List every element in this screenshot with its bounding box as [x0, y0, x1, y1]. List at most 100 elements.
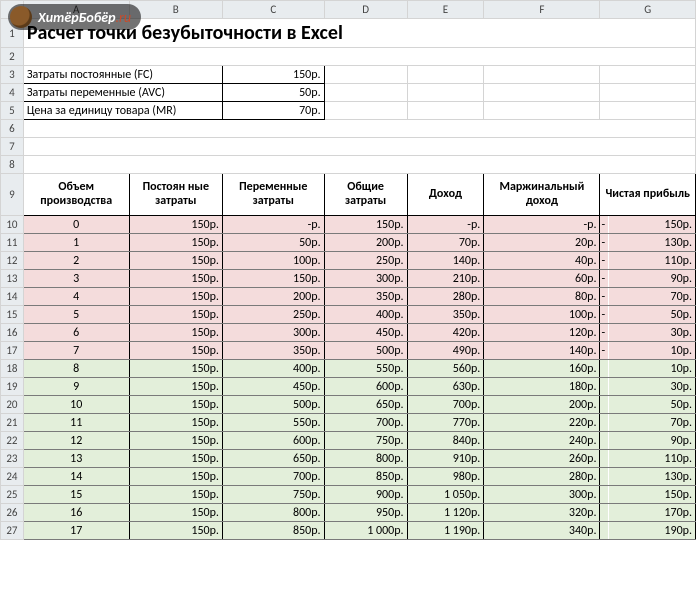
param-label[interactable]: Затраты постоянные (FC)	[23, 66, 222, 84]
cell[interactable]: 150р.	[129, 216, 222, 234]
cell[interactable]: 850р.	[222, 522, 324, 540]
cell[interactable]: -	[600, 234, 608, 252]
row-header-27[interactable]: 27	[1, 522, 24, 540]
cell[interactable]: 210р.	[407, 270, 484, 288]
table-row[interactable]: 155150р.250р.400р.350р.100р.-50р.	[1, 306, 696, 324]
table-row[interactable]: 2212150р.600р.750р.840р.240р.90р.	[1, 432, 696, 450]
cell[interactable]	[23, 120, 695, 138]
row-header-26[interactable]: 26	[1, 504, 24, 522]
cell[interactable]: -	[600, 288, 608, 306]
cell[interactable]: 340р.	[484, 522, 600, 540]
cell[interactable]: 550р.	[222, 414, 324, 432]
cell[interactable]: 600р.	[324, 378, 407, 396]
table-col-header[interactable]: Чистая прибыль	[600, 174, 696, 216]
cell[interactable]: 850р.	[324, 468, 407, 486]
row-header-5[interactable]: 5	[1, 102, 24, 120]
cell[interactable]: 350р.	[222, 342, 324, 360]
cell[interactable]: 10р.	[608, 360, 695, 378]
cell[interactable]: 170р.	[608, 504, 695, 522]
row-header-21[interactable]: 21	[1, 414, 24, 432]
cell[interactable]: 980р.	[407, 468, 484, 486]
cell[interactable]: -	[600, 270, 608, 288]
param-value[interactable]: 70р.	[222, 102, 324, 120]
table-row[interactable]: 188150р.400р.550р.560р.160р.10р.	[1, 360, 696, 378]
cell[interactable]: 4	[23, 288, 129, 306]
cell[interactable]: 13	[23, 450, 129, 468]
cell[interactable]: -	[600, 324, 608, 342]
row-header-22[interactable]: 22	[1, 432, 24, 450]
cell[interactable]: 16	[23, 504, 129, 522]
table-row[interactable]: 2111150р.550р.700р.770р.220р.70р.	[1, 414, 696, 432]
cell[interactable]: 150р.	[129, 504, 222, 522]
cell[interactable]: 560р.	[407, 360, 484, 378]
row-header-8[interactable]: 8	[1, 156, 24, 174]
cell[interactable]: 8	[23, 360, 129, 378]
cell[interactable]: 15	[23, 486, 129, 504]
param-value[interactable]: 150р.	[222, 66, 324, 84]
table-col-header[interactable]: Маржинальный доход	[484, 174, 600, 216]
cell[interactable]: 750р.	[324, 432, 407, 450]
cell[interactable]: -	[600, 216, 608, 234]
cell[interactable]: 150р.	[129, 396, 222, 414]
cell[interactable]: 450р.	[324, 324, 407, 342]
cell[interactable]: 150р.	[129, 378, 222, 396]
cell[interactable]: 1 000р.	[324, 522, 407, 540]
cell[interactable]	[600, 450, 608, 468]
table-row[interactable]: 111150р.50р.200р.70р.20р.-130р.	[1, 234, 696, 252]
cell[interactable]: 10р.	[608, 342, 695, 360]
cell[interactable]: 300р.	[222, 324, 324, 342]
cell[interactable]: 90р.	[608, 270, 695, 288]
cell[interactable]: 1 120р.	[407, 504, 484, 522]
cell[interactable]: -	[600, 306, 608, 324]
cell[interactable]: 110р.	[608, 450, 695, 468]
cell[interactable]: 140р.	[484, 342, 600, 360]
col-header-D[interactable]: D	[324, 1, 407, 19]
cell[interactable]: 700р.	[222, 468, 324, 486]
cell[interactable]: 12	[23, 432, 129, 450]
row-header-11[interactable]: 11	[1, 234, 24, 252]
cell[interactable]: 30р.	[608, 324, 695, 342]
table-row[interactable]: 199150р.450р.600р.630р.180р.30р.	[1, 378, 696, 396]
cell[interactable]: 150р.	[129, 342, 222, 360]
row-header-12[interactable]: 12	[1, 252, 24, 270]
cell[interactable]: 350р.	[407, 306, 484, 324]
cell[interactable]: -р.	[407, 216, 484, 234]
cell[interactable]: 100р.	[222, 252, 324, 270]
col-header-B[interactable]: B	[129, 1, 222, 19]
cell[interactable]: 420р.	[407, 324, 484, 342]
col-header-E[interactable]: E	[407, 1, 484, 19]
cell[interactable]: 770р.	[407, 414, 484, 432]
cell[interactable]	[23, 156, 695, 174]
cell[interactable]: 150р.	[129, 288, 222, 306]
row-header-10[interactable]: 10	[1, 216, 24, 234]
cell[interactable]: 150р.	[129, 306, 222, 324]
cell[interactable]: 1 050р.	[407, 486, 484, 504]
cell[interactable]: 160р.	[484, 360, 600, 378]
cell[interactable]: 650р.	[222, 450, 324, 468]
row-header-20[interactable]: 20	[1, 396, 24, 414]
spreadsheet-grid[interactable]: A B C D E F G 1 Расчет точки безубыточно…	[0, 0, 696, 540]
cell[interactable]: 2	[23, 252, 129, 270]
cell[interactable]	[600, 522, 608, 540]
row-header-7[interactable]: 7	[1, 138, 24, 156]
cell[interactable]: 140р.	[407, 252, 484, 270]
cell[interactable]: 120р.	[484, 324, 600, 342]
cell[interactable]: 6	[23, 324, 129, 342]
cell[interactable]	[600, 378, 608, 396]
cell[interactable]: 150р.	[129, 522, 222, 540]
table-row[interactable]: 122150р.100р.250р.140р.40р.-110р.	[1, 252, 696, 270]
row-header-14[interactable]: 14	[1, 288, 24, 306]
param-label[interactable]: Цена за единицу товара (MR)	[23, 102, 222, 120]
cell[interactable]	[23, 48, 695, 66]
cell[interactable]: 220р.	[484, 414, 600, 432]
row-header-18[interactable]: 18	[1, 360, 24, 378]
table-col-header[interactable]: Постоян ные затраты	[129, 174, 222, 216]
cell[interactable]: 1	[23, 234, 129, 252]
cell[interactable]: 80р.	[484, 288, 600, 306]
table-row[interactable]: 133150р.150р.300р.210р.60р.-90р.	[1, 270, 696, 288]
cell[interactable]: 130р.	[608, 468, 695, 486]
cell[interactable]: 200р.	[484, 396, 600, 414]
cell[interactable]: 910р.	[407, 450, 484, 468]
row-header-3[interactable]: 3	[1, 66, 24, 84]
table-row[interactable]: 144150р.200р.350р.280р.80р.-70р.	[1, 288, 696, 306]
